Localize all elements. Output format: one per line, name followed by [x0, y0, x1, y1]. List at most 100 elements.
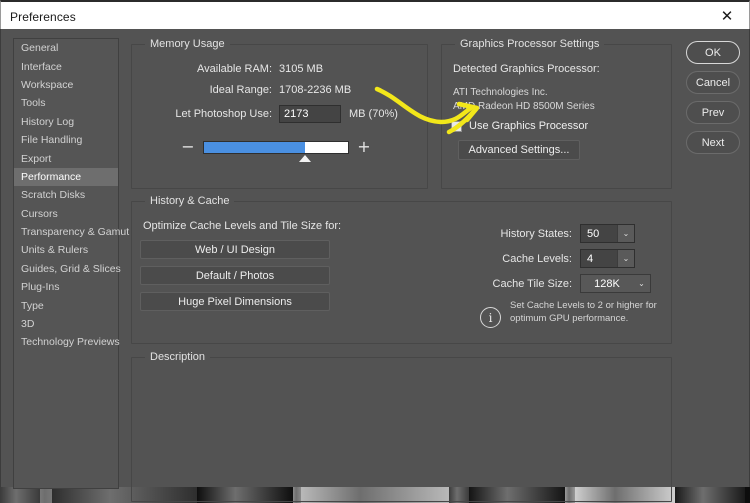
sidebar-item-3d[interactable]: 3D [14, 315, 118, 333]
sidebar-item-technology-previews[interactable]: Technology Previews [14, 333, 120, 351]
sidebar-item-label: Workspace [21, 78, 74, 91]
chevron-down-icon[interactable]: ⌄ [617, 250, 634, 267]
cache-levels-value: 4 [587, 252, 594, 265]
preset-button-huge-pixel-dimensions[interactable]: Huge Pixel Dimensions [140, 292, 330, 311]
cache-tile-size-value: 128K [594, 277, 620, 290]
sidebar-item-workspace[interactable]: Workspace [14, 76, 118, 94]
available-ram-label: Available RAM: [197, 63, 272, 75]
dialog-body: General Interface Workspace Tools History Lo… [0, 29, 750, 502]
sidebar-item-units-rulers[interactable]: Units & Rulers [14, 241, 118, 259]
gpu-vendor: ATI Technologies Inc. [453, 87, 548, 98]
history-and-cache-title: History & Cache [145, 195, 235, 207]
detected-gpu-label: Detected Graphics Processor: [453, 63, 600, 75]
advanced-settings-button[interactable]: Advanced Settings... [458, 140, 580, 160]
sidebar-item-label: Plug-Ins [21, 281, 60, 294]
sidebar-item-label: Guides, Grid & Slices [21, 262, 121, 275]
cache-tile-size-select[interactable]: 128K ⌄ [580, 274, 651, 293]
let-photoshop-use-label: Let Photoshop Use: [175, 108, 272, 120]
history-states-select[interactable]: 50 ⌄ [580, 224, 635, 243]
memory-percent-label: MB (70%) [349, 108, 398, 120]
sidebar-item-general[interactable]: General [14, 39, 118, 57]
use-graphics-processor-row[interactable]: Use Graphics Processor [451, 120, 588, 132]
sidebar-item-file-handling[interactable]: File Handling [14, 131, 118, 149]
sidebar-item-label: Interface [21, 60, 62, 73]
sidebar-item-label: Performance [21, 170, 82, 183]
sidebar-item-label: General [21, 42, 59, 55]
use-graphics-processor-label: Use Graphics Processor [469, 120, 589, 132]
slider-thumb[interactable] [298, 154, 311, 162]
title-bar: Preferences ✕ [0, 0, 750, 29]
graphics-processor-title: Graphics Processor Settings [455, 38, 605, 50]
history-states-row: History States: 50 ⌄ [484, 224, 635, 243]
cache-levels-label: Cache Levels: [502, 252, 572, 265]
sidebar-item-plug-ins[interactable]: Plug-Ins [14, 278, 118, 296]
gpu-model: AMD Radeon HD 8500M Series [453, 101, 595, 112]
preferences-window: Preferences ✕ General Interface Workspace T… [0, 0, 750, 503]
plus-icon[interactable]: + [356, 139, 372, 155]
sidebar-item-guides-grid-slices[interactable]: Guides, Grid & Slices [14, 260, 121, 278]
sidebar-item-label: Type [21, 299, 44, 312]
memory-amount-input[interactable] [279, 105, 341, 123]
optimize-label: Optimize Cache Levels and Tile Size for: [143, 220, 342, 232]
chevron-down-icon[interactable]: ⌄ [617, 225, 634, 242]
cache-levels-row: Cache Levels: 4 ⌄ [484, 249, 635, 268]
sidebar-item-interface[interactable]: Interface [14, 57, 118, 75]
ideal-range-row: Ideal Range: 1708-2236 MB [138, 84, 352, 96]
sidebar-item-transparency-gamut[interactable]: Transparency & Gamut [14, 223, 129, 241]
memory-usage-title: Memory Usage [145, 38, 230, 50]
memory-slider[interactable]: − + [180, 133, 380, 162]
cache-info-text: Set Cache Levels to 2 or higher for opti… [510, 300, 657, 324]
sidebar-item-label: Transparency & Gamut [21, 226, 130, 239]
preferences-category-list[interactable]: General Interface Workspace Tools History Lo… [13, 38, 129, 489]
sidebar-item-label: File Handling [21, 134, 83, 147]
cancel-button[interactable]: Cancel [686, 71, 740, 94]
cache-info-block: i Set Cache Levels to 2 or higher for op… [480, 300, 660, 328]
chevron-down-icon[interactable]: ⌄ [633, 275, 650, 292]
cache-tile-size-label: Cache Tile Size: [492, 277, 572, 290]
preset-button-default-photos[interactable]: Default / Photos [140, 266, 330, 285]
slider-track[interactable] [203, 140, 349, 162]
sidebar-item-export[interactable]: Export [14, 149, 118, 167]
sidebar-item-label: Units & Rulers [21, 244, 89, 257]
ideal-range-value: 1708-2236 MB [279, 84, 352, 96]
sidebar-item-tools[interactable]: Tools [14, 94, 118, 112]
filmstrip-thumbnail[interactable] [0, 487, 40, 503]
close-icon[interactable]: ✕ [705, 2, 749, 30]
prev-button[interactable]: Prev [686, 101, 740, 124]
history-and-cache-group: History & Cache Optimize Cache Levels an… [131, 195, 672, 344]
graphics-processor-group: Graphics Processor Settings Detected Gra… [441, 38, 672, 189]
memory-usage-group: Memory Usage Available RAM: 3105 MB Idea… [131, 38, 428, 189]
sidebar-item-type[interactable]: Type [14, 296, 118, 314]
minus-icon[interactable]: − [180, 139, 196, 155]
use-graphics-processor-checkbox[interactable] [451, 120, 462, 132]
let-photoshop-use-row: Let Photoshop Use: MB (70%) [138, 105, 398, 123]
sidebar-item-label: Cursors [21, 207, 58, 220]
info-icon: i [480, 307, 501, 328]
next-button[interactable]: Next [686, 131, 740, 154]
cache-levels-select[interactable]: 4 ⌄ [580, 249, 635, 268]
available-ram-row: Available RAM: 3105 MB [138, 63, 323, 75]
cache-tile-size-row: Cache Tile Size: 128K ⌄ [472, 274, 651, 293]
slider-fill [204, 141, 305, 153]
ok-button[interactable]: OK [686, 41, 740, 64]
sidebar-item-label: Technology Previews [21, 336, 120, 349]
sidebar-item-label: Scratch Disks [21, 189, 86, 202]
ideal-range-label: Ideal Range: [209, 84, 272, 96]
sidebar-item-label: Tools [21, 97, 46, 110]
history-states-value: 50 [587, 227, 600, 240]
window-title: Preferences [10, 10, 76, 24]
sidebar-item-label: Export [21, 152, 52, 165]
history-states-label: History States: [500, 227, 572, 240]
preset-button-web-ui-design[interactable]: Web / UI Design [140, 240, 330, 259]
filmstrip-thumbnail[interactable] [40, 487, 52, 503]
available-ram-value: 3105 MB [279, 63, 324, 75]
sidebar-item-cursors[interactable]: Cursors [14, 205, 118, 223]
sidebar-item-scratch-disks[interactable]: Scratch Disks [14, 186, 118, 204]
sidebar-item-performance[interactable]: Performance [14, 167, 118, 187]
description-group: Description [131, 351, 672, 502]
filmstrip-thumbnail[interactable] [675, 487, 745, 503]
description-title: Description [145, 351, 211, 363]
sidebar-item-label: 3D [21, 318, 35, 331]
sidebar-item-history-log[interactable]: History Log [14, 113, 118, 131]
sidebar-item-label: History Log [21, 115, 75, 128]
